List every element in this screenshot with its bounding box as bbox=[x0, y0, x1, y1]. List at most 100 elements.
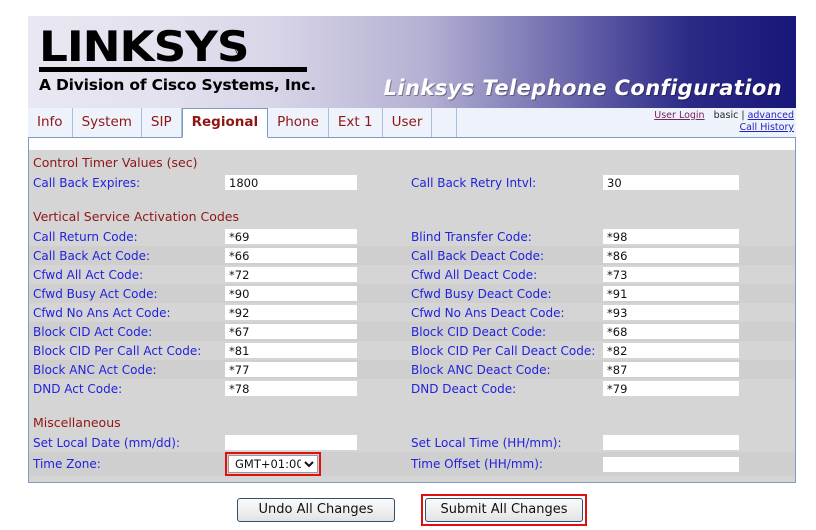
tab-sip[interactable]: SIP bbox=[142, 108, 182, 137]
banner-title: Linksys Telephone Configuration bbox=[383, 76, 782, 100]
input-call-back-deact-code[interactable] bbox=[603, 248, 739, 263]
label-cfwd-busy-deact-code: Cfwd Busy Deact Code: bbox=[411, 286, 552, 301]
label-call-back-act-code: Call Back Act Code: bbox=[33, 248, 151, 263]
input-call-return-code[interactable] bbox=[225, 229, 357, 244]
input-dnd-act-code[interactable] bbox=[225, 381, 357, 396]
table-row: Set Local Date (mm/dd): Set Local Time (… bbox=[29, 433, 795, 452]
input-cfwd-all-act-code[interactable] bbox=[225, 267, 357, 282]
label-set-local-time: Set Local Time (HH/mm): bbox=[411, 435, 562, 450]
label-time-zone: Time Zone: bbox=[33, 457, 101, 471]
label-call-back-expires: Call Back Expires: bbox=[33, 175, 141, 190]
logo-wordmark: LINKSYS bbox=[39, 22, 250, 71]
table-row: Block ANC Act Code: Block ANC Deact Code… bbox=[29, 360, 795, 379]
tab-user[interactable]: User bbox=[383, 108, 433, 137]
row-left-cell: Cfwd All Act Code: bbox=[29, 265, 407, 284]
logo-subtitle: A Division of Cisco Systems, Inc. bbox=[39, 76, 316, 94]
advanced-link[interactable]: advanced bbox=[748, 110, 794, 121]
table-row: Block CID Act Code: Block CID Deact Code… bbox=[29, 322, 795, 341]
input-cfwd-no-ans-deact-code[interactable] bbox=[603, 305, 739, 320]
row-right-cell: Cfwd All Deact Code: bbox=[407, 265, 785, 284]
input-call-back-act-code[interactable] bbox=[225, 248, 357, 263]
row-right-cell: Cfwd No Ans Deact Code: bbox=[407, 303, 785, 322]
select-time-zone[interactable]: GMT+01:00 bbox=[228, 455, 318, 473]
time-zone-highlight: GMT+01:00 bbox=[225, 452, 321, 476]
label-call-back-retry-intvl: Call Back Retry Intvl: bbox=[411, 175, 537, 190]
label-cfwd-no-ans-deact-code: Cfwd No Ans Deact Code: bbox=[411, 305, 565, 320]
panel-top-gap bbox=[29, 138, 795, 150]
tab-list: Info System SIP Regional Phone Ext 1 Use… bbox=[28, 108, 458, 138]
row-right-cell: Block ANC Deact Code: bbox=[407, 360, 785, 379]
tab-filler bbox=[432, 108, 458, 137]
input-cfwd-no-ans-act-code[interactable] bbox=[225, 305, 357, 320]
section-title-miscellaneous: Miscellaneous bbox=[29, 410, 795, 433]
tab-bar: Info System SIP Regional Phone Ext 1 Use… bbox=[28, 108, 796, 138]
submit-button-highlight: Submit All Changes bbox=[421, 494, 587, 526]
linksys-logo: LINKSYS® A Division of Cisco Systems, In… bbox=[39, 25, 316, 94]
label-block-cid-per-call-deact-code: Block CID Per Call Deact Code: bbox=[411, 343, 596, 358]
label-block-cid-deact-code: Block CID Deact Code: bbox=[411, 324, 547, 339]
label-cfwd-all-act-code: Cfwd All Act Code: bbox=[33, 267, 144, 282]
row-right-cell: Blind Transfer Code: bbox=[407, 227, 785, 246]
label-blind-transfer-code: Blind Transfer Code: bbox=[411, 229, 532, 244]
tab-info[interactable]: Info bbox=[28, 108, 73, 137]
row-left-cell: Time Zone: GMT+01:00 bbox=[29, 452, 407, 476]
user-login-link[interactable]: User Login bbox=[654, 110, 704, 121]
submit-all-changes-button[interactable]: Submit All Changes bbox=[425, 498, 583, 522]
input-cfwd-busy-deact-code[interactable] bbox=[603, 286, 739, 301]
input-cfwd-busy-act-code[interactable] bbox=[225, 286, 357, 301]
input-block-cid-per-call-act-code[interactable] bbox=[225, 343, 357, 358]
row-left-cell: Cfwd No Ans Act Code: bbox=[29, 303, 407, 322]
label-dnd-deact-code: DND Deact Code: bbox=[411, 381, 517, 396]
label-time-offset: Time Offset (HH/mm): bbox=[411, 457, 543, 471]
table-row: Call Back Expires: Call Back Retry Intvl… bbox=[29, 173, 795, 192]
configuration-page: LINKSYS® A Division of Cisco Systems, In… bbox=[28, 16, 796, 526]
label-dnd-act-code: DND Act Code: bbox=[33, 381, 123, 396]
row-left-cell: Set Local Date (mm/dd): bbox=[29, 433, 407, 452]
input-block-cid-per-call-deact-code[interactable] bbox=[603, 343, 739, 358]
table-row: Cfwd No Ans Act Code: Cfwd No Ans Deact … bbox=[29, 303, 795, 322]
label-set-local-date: Set Local Date (mm/dd): bbox=[33, 435, 180, 450]
button-bar: Undo All Changes Submit All Changes bbox=[28, 483, 796, 526]
tab-system[interactable]: System bbox=[73, 108, 142, 137]
table-row: Time Zone: GMT+01:00 Time Offset (HH/mm)… bbox=[29, 452, 795, 476]
input-blind-transfer-code[interactable] bbox=[603, 229, 739, 244]
input-block-cid-deact-code[interactable] bbox=[603, 324, 739, 339]
row-left-cell: Block CID Act Code: bbox=[29, 322, 407, 341]
row-left-cell: Call Return Code: bbox=[29, 227, 407, 246]
banner: LINKSYS® A Division of Cisco Systems, In… bbox=[28, 16, 796, 108]
call-history-link[interactable]: Call History bbox=[739, 122, 794, 133]
input-set-local-date[interactable] bbox=[225, 435, 357, 450]
table-row: Block CID Per Call Act Code: Block CID P… bbox=[29, 341, 795, 360]
section-title-control-timer: Control Timer Values (sec) bbox=[29, 150, 795, 173]
input-call-back-expires[interactable] bbox=[225, 175, 357, 190]
row-left-cell: Block ANC Act Code: bbox=[29, 360, 407, 379]
label-call-return-code: Call Return Code: bbox=[33, 229, 138, 244]
row-left-cell: Cfwd Busy Act Code: bbox=[29, 284, 407, 303]
row-left-cell: Call Back Expires: bbox=[29, 173, 407, 192]
row-right-cell: Cfwd Busy Deact Code: bbox=[407, 284, 785, 303]
label-block-cid-per-call-act-code: Block CID Per Call Act Code: bbox=[33, 343, 202, 358]
input-block-anc-deact-code[interactable] bbox=[603, 362, 739, 377]
input-cfwd-all-deact-code[interactable] bbox=[603, 267, 739, 282]
row-right-cell: Call Back Deact Code: bbox=[407, 246, 785, 265]
tab-phone[interactable]: Phone bbox=[268, 108, 329, 137]
basic-label[interactable]: basic bbox=[714, 110, 739, 121]
input-time-offset[interactable] bbox=[603, 456, 739, 472]
tab-ext-1[interactable]: Ext 1 bbox=[329, 108, 383, 137]
tab-regional[interactable]: Regional bbox=[181, 108, 269, 138]
row-left-cell: DND Act Code: bbox=[29, 379, 407, 398]
registered-trademark-icon: ® bbox=[233, 40, 248, 59]
label-block-cid-act-code: Block CID Act Code: bbox=[33, 324, 153, 339]
input-dnd-deact-code[interactable] bbox=[603, 381, 739, 396]
undo-all-changes-button[interactable]: Undo All Changes bbox=[237, 498, 395, 522]
section-spacer bbox=[29, 192, 795, 204]
row-right-cell: Block CID Per Call Deact Code: bbox=[407, 341, 785, 360]
label-cfwd-busy-act-code: Cfwd Busy Act Code: bbox=[33, 286, 158, 301]
input-block-anc-act-code[interactable] bbox=[225, 362, 357, 377]
settings-grid: Control Timer Values (sec) Call Back Exp… bbox=[29, 150, 795, 482]
row-right-cell: Time Offset (HH/mm): bbox=[407, 452, 785, 476]
row-left-cell: Call Back Act Code: bbox=[29, 246, 407, 265]
input-block-cid-act-code[interactable] bbox=[225, 324, 357, 339]
input-set-local-time[interactable] bbox=[603, 435, 739, 450]
input-call-back-retry-intvl[interactable] bbox=[603, 175, 739, 190]
